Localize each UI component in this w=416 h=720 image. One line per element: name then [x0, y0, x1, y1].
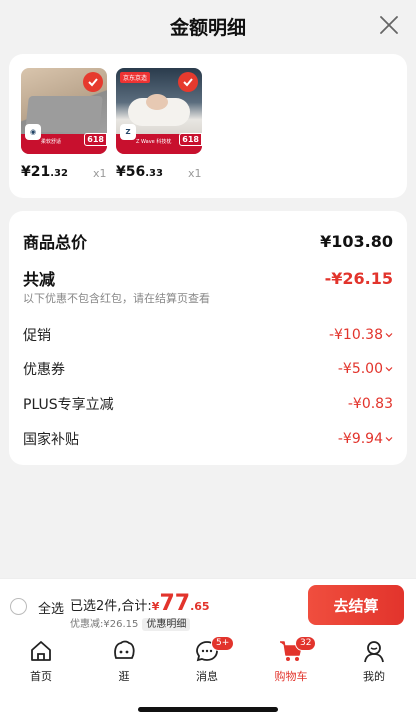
product-quantity: x1 — [93, 167, 107, 180]
chevron-down-icon[interactable] — [385, 436, 393, 442]
tab-home[interactable]: 首页 — [11, 638, 71, 684]
subtotal-row: 商品总价 ¥103.80 — [23, 229, 393, 253]
reduce-label: 共减 — [23, 270, 56, 289]
subsidy-row[interactable]: 国家补贴 -¥9.94 — [23, 429, 393, 449]
summary-prefix: 已选2件,合计: — [70, 599, 152, 614]
select-all-radio[interactable] — [10, 598, 27, 615]
reduce-value: -¥26.15 — [324, 268, 393, 288]
explore-icon — [114, 640, 135, 659]
subsidy-label: 国家补贴 — [23, 432, 79, 448]
plus-label: PLUS专享立减 — [23, 397, 114, 413]
reduce-row: 共减 -¥26.15 — [23, 266, 393, 290]
home-icon — [31, 641, 51, 661]
tab-label: 我的 — [363, 670, 385, 683]
total-amount: ¥77.65 — [151, 591, 210, 616]
chevron-down-icon[interactable] — [385, 366, 393, 372]
promo-618-badge: 618 — [179, 133, 202, 146]
tab-cart[interactable]: 32 购物车 — [261, 636, 321, 684]
coupon-row[interactable]: 优惠券 -¥5.00 — [23, 359, 393, 379]
subsidy-value-group: -¥9.94 — [338, 431, 393, 447]
cart-badge: 32 — [295, 636, 317, 651]
coupon-value-group: -¥5.00 — [338, 361, 393, 377]
product-image[interactable]: 柔软舒适 ◉ 618 — [21, 68, 107, 154]
coupon-value: -¥5.00 — [337, 361, 383, 377]
product-banner-text: Z Wave 科技枕 — [136, 139, 172, 145]
home-indicator — [138, 707, 278, 712]
product-quantity: x1 — [188, 167, 202, 180]
price-breakdown: 商品总价 ¥103.80 共减 -¥26.15 以下优惠不包含红包，请在结算页查… — [9, 211, 407, 465]
product-image[interactable]: 京东京造 Z Wave 科技枕 Z 618 — [116, 68, 202, 154]
amount-detail-sheet: 金额明细 柔软舒适 ◉ 618 ¥21.32 x1 京东京造 Z Wave 科技… — [0, 0, 416, 578]
promo-value-group: -¥10.38 — [329, 327, 393, 343]
selection-summary: 已选2件,合计:¥77.65 — [70, 591, 210, 616]
discount-detail-link[interactable]: 优惠明细 — [142, 618, 191, 631]
close-icon[interactable] — [378, 14, 400, 36]
sheet-header: 金额明细 — [0, 0, 416, 52]
tab-explore[interactable]: 逛 — [94, 638, 154, 684]
product-list: 柔软舒适 ◉ 618 ¥21.32 x1 京东京造 Z Wave 科技枕 Z 6… — [9, 54, 407, 198]
product-brand-tag: 京东京造 — [120, 72, 151, 83]
product-item[interactable]: 柔软舒适 ◉ 618 ¥21.32 x1 — [21, 68, 111, 180]
promo-row[interactable]: 促销 -¥10.38 — [23, 325, 393, 345]
product-model-shape — [146, 94, 168, 110]
product-price: ¥21.32 — [21, 164, 68, 180]
brand-logo-icon: Z — [120, 124, 136, 140]
discount-text: 优惠减:¥26.15 — [70, 619, 139, 630]
message-badge: 5+ — [211, 636, 235, 651]
tab-label: 消息 — [196, 670, 218, 683]
product-item[interactable]: 京东京造 Z Wave 科技枕 Z 618 ¥56.33 x1 — [116, 68, 206, 180]
bottom-tab-bar: 首页 逛 5+ 消息 32 购物车 我的 — [0, 634, 416, 720]
sheet-title: 金额明细 — [169, 16, 246, 39]
tab-profile[interactable]: 我的 — [344, 638, 404, 684]
discount-note: 以下优惠不包含红包，请在结算页查看 — [23, 292, 210, 305]
selected-check-icon[interactable] — [178, 72, 198, 92]
product-price: ¥56.33 — [116, 164, 163, 180]
tab-label: 购物车 — [274, 670, 308, 683]
coupon-label: 优惠券 — [23, 362, 65, 378]
subtotal-label: 商品总价 — [23, 233, 88, 252]
subtotal-value: ¥103.80 — [320, 231, 393, 251]
tab-messages[interactable]: 5+ 消息 — [177, 636, 237, 684]
tab-label: 首页 — [30, 670, 52, 683]
checkout-button[interactable]: 去结算 — [308, 585, 404, 625]
selected-check-icon[interactable] — [83, 72, 103, 92]
brand-logo-icon: ◉ — [25, 124, 41, 140]
promo-value: -¥10.38 — [328, 327, 383, 343]
plus-value: -¥0.83 — [347, 396, 393, 412]
product-banner-text: 柔软舒适 — [41, 139, 62, 145]
promo-618-badge: 618 — [84, 133, 107, 146]
discount-line: 优惠减:¥26.15 优惠明细 — [70, 615, 191, 631]
promo-label: 促销 — [23, 328, 51, 344]
profile-icon — [364, 641, 384, 663]
tab-label: 逛 — [118, 670, 130, 683]
select-all-label[interactable]: 全选 — [38, 598, 64, 617]
subsidy-value: -¥9.94 — [337, 431, 383, 447]
chevron-down-icon[interactable] — [385, 332, 393, 338]
plus-row: PLUS专享立减 -¥0.83 — [23, 394, 393, 414]
checkout-bar: 全选 已选2件,合计:¥77.65 优惠减:¥26.15 优惠明细 去结算 — [0, 578, 416, 634]
